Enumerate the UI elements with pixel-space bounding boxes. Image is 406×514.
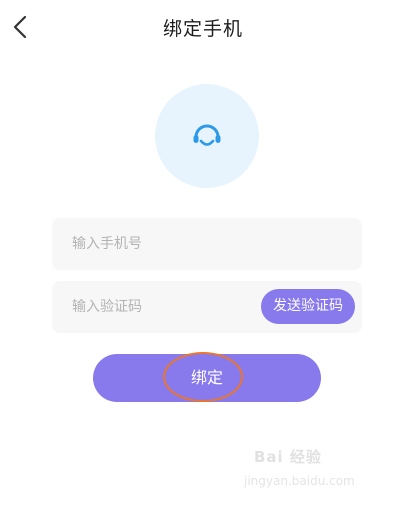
avatar: [155, 84, 259, 188]
verification-code-input[interactable]: [72, 281, 252, 333]
watermark-url: jingyan.baidu.com: [244, 474, 355, 488]
send-code-button[interactable]: 发送验证码: [261, 289, 355, 324]
page-title: 绑定手机: [162, 18, 243, 40]
phone-input[interactable]: [72, 218, 252, 270]
phone-field: [52, 218, 362, 270]
verification-code-field: 发送验证码: [52, 281, 362, 333]
watermark-logo: Bai 经验: [254, 448, 322, 466]
watermark: Bai 经验 jingyan.baidu.com: [244, 446, 394, 500]
customer-service-headset-icon: [193, 124, 221, 146]
bind-button[interactable]: 绑定: [93, 354, 321, 402]
bind-phone-page: 绑定手机 发送验证码 绑定 Bai 经验 jingyan.baidu.com: [0, 0, 406, 514]
